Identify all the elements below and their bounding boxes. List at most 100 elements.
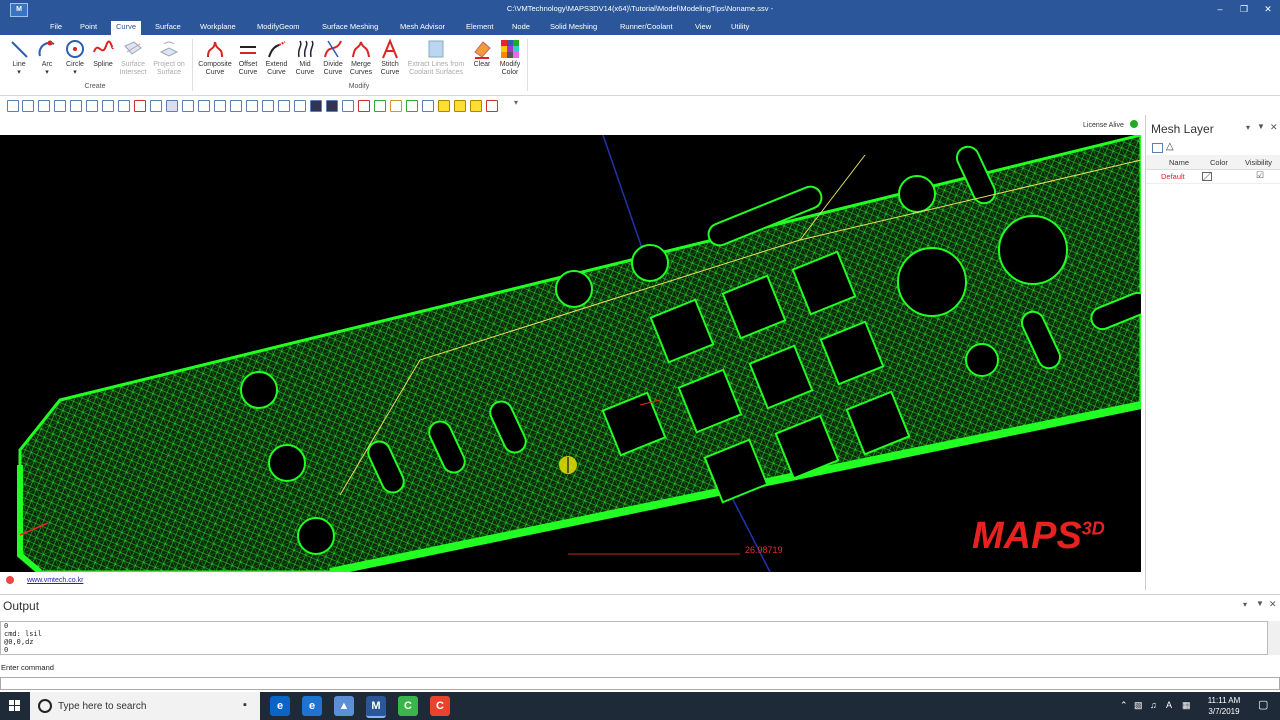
maps3d-taskbar-icon[interactable]: M [366, 696, 386, 718]
composite-curve-button[interactable]: Composite Curve [196, 38, 234, 77]
surface-intersect-button[interactable]: Surface Intersect [116, 38, 150, 77]
rotate-icon[interactable] [230, 100, 242, 112]
clock[interactable]: 11:11 AM 3/7/2019 [1200, 695, 1248, 717]
view-front-icon[interactable] [150, 100, 162, 112]
stop-icon[interactable] [134, 100, 146, 112]
tab-modifygeom[interactable]: ModifyGeom [252, 21, 305, 35]
ime-icon[interactable]: ▦ [1182, 700, 1191, 711]
tab-point[interactable]: Point [75, 21, 102, 35]
surface-icon[interactable] [406, 100, 418, 112]
line-button[interactable]: Line ▾ [6, 38, 32, 77]
wireframe-icon[interactable] [310, 100, 322, 112]
tray-chevron-icon[interactable]: ⌃ [1120, 700, 1128, 711]
language-indicator[interactable]: A [1166, 700, 1172, 710]
zoom-fit-icon[interactable] [198, 100, 210, 112]
command-input[interactable] [0, 677, 1280, 690]
windows-start-icon[interactable] [9, 700, 21, 712]
zoom-in-icon[interactable] [262, 100, 274, 112]
measure-icon[interactable] [358, 100, 370, 112]
open-icon[interactable] [7, 100, 19, 112]
panel-title: Mesh Layer [1151, 122, 1214, 136]
minimize-button[interactable]: – [1208, 1, 1232, 17]
recorder-icon[interactable]: C [430, 696, 450, 716]
extend-curve-button[interactable]: Extend Curve [263, 38, 290, 77]
tab-view[interactable]: View [690, 21, 716, 35]
app-icon[interactable]: ▲ [334, 696, 354, 716]
hidden-line-icon[interactable] [326, 100, 338, 112]
display-mesh-icon[interactable] [342, 100, 354, 112]
pan-icon[interactable] [246, 100, 258, 112]
output-close-icon[interactable]: ✕ [1269, 599, 1277, 610]
shade-icon[interactable] [294, 100, 306, 112]
modify-color-label1: Modify [499, 61, 521, 68]
zoom-window-icon[interactable] [214, 100, 226, 112]
output-dropdown-icon[interactable]: ▾ [1243, 600, 1247, 609]
select-icon[interactable] [118, 100, 130, 112]
tab-element[interactable]: Element [461, 21, 499, 35]
element-icon[interactable] [390, 100, 402, 112]
tab-surface[interactable]: Surface [150, 21, 186, 35]
maximize-button[interactable]: ❐ [1232, 1, 1256, 17]
website-link[interactable]: www.vmtech.co.kr [27, 577, 83, 584]
panel-dropdown-icon[interactable]: ▾ [1246, 123, 1250, 132]
tab-surface-meshing[interactable]: Surface Meshing [317, 21, 383, 35]
open-folder-icon[interactable] [22, 100, 34, 112]
panel-pin-icon[interactable]: ▼ [1257, 122, 1265, 131]
divide-curve-button[interactable]: Divide Curve [319, 38, 347, 77]
tab-utility[interactable]: Utility [726, 21, 754, 35]
node-icon[interactable] [374, 100, 386, 112]
spline-button[interactable]: Spline [90, 38, 116, 69]
group-icon[interactable] [454, 100, 466, 112]
tab-node[interactable]: Node [507, 21, 535, 35]
highlight-icon[interactable] [438, 100, 450, 112]
layer-visibility-checkbox[interactable]: ☑ [1256, 170, 1264, 181]
merge-curves-button[interactable]: Merge Curves [347, 38, 375, 77]
save-as-icon[interactable] [54, 100, 66, 112]
mid-curve-button[interactable]: Mid Curve [292, 38, 318, 77]
tab-mesh-advisor[interactable]: Mesh Advisor [395, 21, 450, 35]
notifications-icon[interactable]: ▢ [1258, 698, 1268, 711]
toolbar-overflow-icon[interactable]: ▾ [514, 98, 518, 107]
redo-icon[interactable] [102, 100, 114, 112]
modify-color-button[interactable]: Modify Color [496, 38, 524, 77]
close-button[interactable]: ✕ [1256, 1, 1280, 17]
mesh-canvas[interactable] [0, 135, 1141, 572]
tab-runner-coolant[interactable]: Runner/Coolant [615, 21, 678, 35]
ie-icon[interactable]: e [302, 696, 322, 716]
edge-icon[interactable]: e [270, 696, 290, 716]
save-icon[interactable] [38, 100, 50, 112]
tab-curve[interactable]: Curve [111, 21, 142, 35]
layer-row[interactable]: Default ☑ [1146, 170, 1280, 184]
layer-color-swatch[interactable] [1202, 172, 1212, 181]
tab-solid-meshing[interactable]: Solid Meshing [545, 21, 602, 35]
settings-icon[interactable] [70, 100, 82, 112]
arc-button[interactable]: Arc ▾ [34, 38, 60, 77]
tab-file[interactable]: File [45, 21, 67, 35]
output-log[interactable]: 0 cmd: lsil @0,0,dz 0 [0, 621, 1268, 655]
graphics-viewport[interactable]: 26.98719 MAPS3D [0, 135, 1141, 572]
tab-workplane[interactable]: Workplane [195, 21, 241, 35]
microphone-icon[interactable]: ▪ [243, 699, 247, 711]
layer-tree-icon[interactable]: △ [1166, 141, 1174, 152]
project-on-surface-button[interactable]: Project on Surface [150, 38, 188, 77]
undo-icon[interactable] [86, 100, 98, 112]
network-icon[interactable]: ▧ [1134, 700, 1143, 711]
stitch-curve-button[interactable]: Stitch Curve [376, 38, 404, 77]
filter-icon[interactable] [470, 100, 482, 112]
view-top-icon[interactable] [182, 100, 194, 112]
clear-button[interactable]: Clear [469, 38, 495, 69]
view-iso-icon[interactable] [166, 100, 178, 112]
zoom-out-icon[interactable] [278, 100, 290, 112]
layer-icon[interactable] [422, 100, 434, 112]
layer-grid-icon[interactable] [1152, 143, 1163, 153]
panel-close-icon[interactable]: ✕ [1270, 122, 1278, 133]
offset-curve-button[interactable]: Offset Curve [235, 38, 261, 77]
output-scrollbar[interactable] [1268, 621, 1280, 655]
extract-lines-button[interactable]: Extract Lines from Coolant Surfaces [405, 38, 467, 77]
circle-button[interactable]: Circle ▾ [62, 38, 88, 77]
camtasia-icon[interactable]: C [398, 696, 418, 716]
pick-icon[interactable] [486, 100, 498, 112]
taskbar-search[interactable]: Type here to search ▪ [30, 692, 260, 720]
volume-icon[interactable]: ♫ [1150, 700, 1157, 710]
output-pin-icon[interactable]: ▼ [1256, 599, 1264, 608]
